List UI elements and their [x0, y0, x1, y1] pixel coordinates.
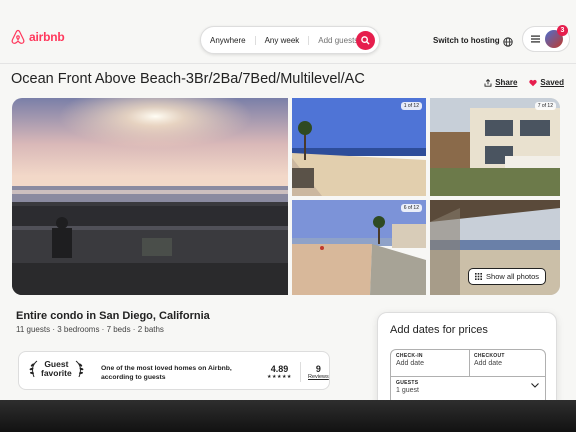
- checkout-value: Add date: [474, 360, 503, 367]
- show-all-photos-button[interactable]: Show all photos: [468, 268, 546, 285]
- guest-favorite-badge: Guest favorite: [29, 360, 84, 378]
- guests-label: GUESTS: [396, 380, 419, 386]
- guest-favorite-card: Guest favorite One of the most loved hom…: [18, 351, 330, 390]
- main-photo[interactable]: [12, 98, 288, 295]
- booking-inputs: CHECK-IN Add date CHECKOUT Add date GUES…: [390, 349, 546, 400]
- airbnb-logo[interactable]: airbnb: [10, 29, 65, 45]
- laurel-left-icon: [29, 360, 38, 378]
- reviews-label: Reviews: [308, 374, 329, 380]
- grid-icon: [475, 273, 483, 280]
- guests-value: 1 guest: [396, 387, 419, 394]
- photo-5[interactable]: Show all photos: [430, 200, 560, 295]
- photo-2[interactable]: 1 of 12: [292, 98, 426, 196]
- rating-value: 4.89: [270, 364, 289, 374]
- show-all-photos-label: Show all photos: [486, 272, 539, 281]
- rating: 4.89 ★★★★★: [267, 364, 292, 380]
- search-bar[interactable]: Anywhere Any week Add guests: [200, 26, 380, 54]
- photo-counter: 1 of 12: [400, 102, 422, 110]
- monitor-bezel: [0, 400, 576, 432]
- reviews-count: 9: [315, 364, 321, 374]
- photo-counter: 7 of 12: [534, 102, 556, 110]
- search-when[interactable]: Any week: [254, 35, 309, 45]
- share-icon: [484, 78, 492, 87]
- checkin-field[interactable]: CHECK-IN Add date: [391, 350, 469, 370]
- photo-counter: 6 of 12: [400, 204, 422, 212]
- notification-badge: 3: [557, 25, 568, 36]
- save-label: Saved: [540, 78, 564, 87]
- checkin-label: CHECK-IN: [396, 353, 423, 359]
- photo-gallery: 1 of 12 7 of 12 6 of 12 Show all photos: [12, 98, 560, 295]
- booking-title: Add dates for prices: [390, 324, 488, 336]
- listing-meta: 11 guests · 3 bedrooms · 7 beds · 2 bath…: [16, 325, 164, 334]
- listing-subtitle: Entire condo in San Diego, California: [16, 310, 210, 322]
- photo-3[interactable]: 7 of 12: [430, 98, 560, 196]
- search-icon: [361, 36, 370, 45]
- share-label: Share: [495, 78, 518, 87]
- checkout-label: CHECKOUT: [474, 353, 505, 359]
- top-navbar: airbnb Anywhere Any week Add guests Swit…: [0, 14, 576, 64]
- logo-wordmark: airbnb: [29, 30, 65, 44]
- listing-actions: Share Saved: [484, 78, 564, 87]
- guest-favorite-label-2: favorite: [41, 368, 72, 378]
- switch-to-hosting-link[interactable]: Switch to hosting: [433, 36, 500, 45]
- guest-favorite-description: One of the most loved homes on Airbnb, a…: [101, 365, 232, 381]
- hamburger-menu-icon: [531, 35, 540, 43]
- save-button[interactable]: Saved: [529, 78, 564, 87]
- booking-card: Add dates for prices CHECK-IN Add date C…: [377, 312, 557, 400]
- guests-field[interactable]: GUESTS 1 guest: [391, 377, 547, 397]
- listing-title: Ocean Front Above Beach-3Br/2Ba/7Bed/Mul…: [11, 71, 365, 87]
- reviews-link[interactable]: 9 Reviews: [308, 364, 329, 380]
- search-where[interactable]: Anywhere: [201, 36, 255, 45]
- search-button[interactable]: [356, 31, 375, 50]
- browser-screen: airbnb Anywhere Any week Add guests Swit…: [0, 0, 576, 400]
- checkout-field[interactable]: CHECKOUT Add date: [469, 350, 547, 370]
- chevron-down-icon: [531, 383, 539, 388]
- photo-4[interactable]: 6 of 12: [292, 200, 426, 295]
- airbnb-logo-icon: [11, 29, 25, 44]
- share-button[interactable]: Share: [484, 78, 517, 87]
- laurel-right-icon: [75, 360, 84, 378]
- checkin-value: Add date: [396, 360, 425, 367]
- divider: [300, 362, 301, 382]
- heart-icon: [529, 79, 538, 86]
- rating-stars: ★★★★★: [267, 374, 292, 380]
- user-menu-button[interactable]: 3: [522, 25, 570, 52]
- globe-icon[interactable]: [503, 34, 513, 52]
